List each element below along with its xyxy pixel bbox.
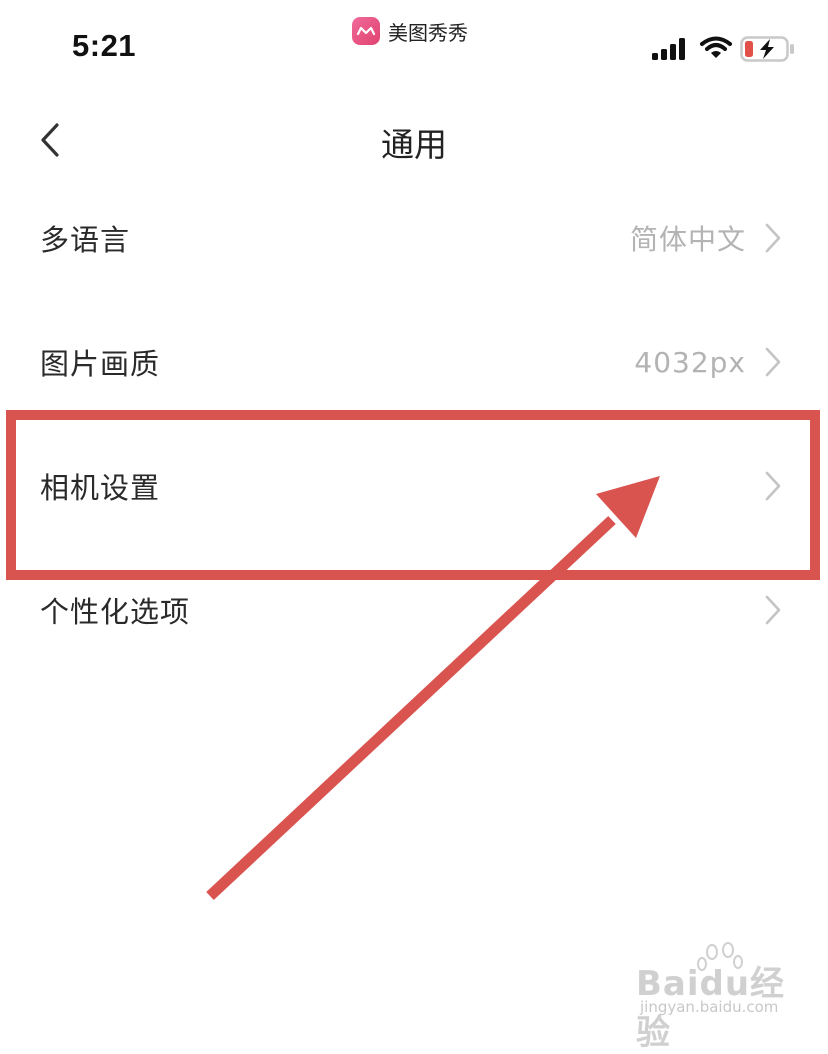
watermark-url: jingyan.baidu.com — [640, 998, 779, 1016]
settings-item-camera[interactable]: 相机设置 — [0, 438, 828, 534]
settings-item-language[interactable]: 多语言 简体中文 — [0, 190, 828, 286]
settings-item-value: 简体中文 — [629, 223, 746, 256]
cellular-signal-icon — [652, 38, 685, 60]
settings-item-value: 4032px — [634, 345, 746, 379]
status-time: 5:21 — [72, 28, 137, 63]
settings-item-label: 图片画质 — [40, 347, 161, 381]
settings-item-label: 个性化选项 — [40, 595, 191, 629]
settings-item-personalization[interactable]: 个性化选项 — [0, 562, 828, 658]
chevron-right-icon — [765, 223, 781, 253]
settings-item-label: 多语言 — [40, 223, 131, 257]
settings-item-label: 相机设置 — [40, 471, 161, 505]
wifi-icon — [700, 36, 732, 58]
chevron-right-icon — [765, 471, 781, 501]
app-indicator: 美图秀秀 — [352, 16, 468, 46]
page-title: 通用 — [381, 125, 447, 164]
chevron-right-icon — [765, 595, 781, 625]
chevron-right-icon — [765, 347, 781, 377]
app-name: 美图秀秀 — [388, 20, 468, 45]
baidu-watermark: Baidu经验 jingyan.baidu.com — [636, 942, 816, 1053]
battery-charging-icon — [740, 36, 794, 62]
meitu-logo-icon — [352, 17, 380, 45]
settings-item-image-quality[interactable]: 图片画质 4032px — [0, 314, 828, 410]
